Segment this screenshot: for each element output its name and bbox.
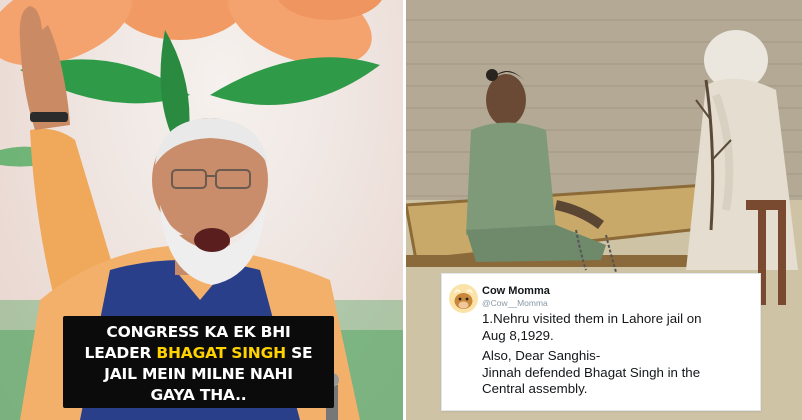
- tweet-card: Cow Momma @Cow__Momma 1.Nehru visited th…: [441, 273, 761, 411]
- tweet-paragraph-2: Also, Dear Sanghis- Jinnah defended Bhag…: [482, 348, 756, 398]
- cow-avatar-icon[interactable]: [449, 284, 478, 313]
- tweet-p2-line1: Also, Dear Sanghis-: [482, 348, 601, 363]
- caption-line-2-before: LEADER: [84, 344, 157, 362]
- speaker-photo: CONGRESS KA EK BHI LEADER BHAGAT SINGH S…: [0, 0, 403, 420]
- tweet-p2-line2: Jinnah defended Bhagat Singh in the: [482, 364, 701, 380]
- caption-line-4: GAYA THA..: [150, 386, 247, 404]
- caption-line-3: JAIL MEIN MILNE NAHI: [104, 365, 293, 383]
- caption-highlight: BHAGAT SINGH: [156, 344, 286, 362]
- tweet-paragraph-1: 1.Nehru visited them in Lahore jail on A…: [482, 311, 756, 344]
- caption-line-2: LEADER BHAGAT SINGH SE: [63, 343, 334, 364]
- tweet-display-name[interactable]: Cow Momma: [482, 285, 550, 297]
- tweet-body: 1.Nehru visited them in Lahore jail on A…: [482, 311, 756, 402]
- tweet-handle[interactable]: @Cow__Momma: [482, 298, 548, 308]
- tweet-p1-line1: 1.Nehru visited them in Lahore jail on: [482, 311, 702, 326]
- tweet-p2-line3: Central assembly.: [482, 381, 588, 396]
- caption-line-1: CONGRESS KA EK BHI: [106, 323, 291, 341]
- caption-text: CONGRESS KA EK BHI LEADER BHAGAT SINGH S…: [63, 322, 334, 406]
- caption-line-2-after: SE: [285, 344, 313, 362]
- tweet-p1-line2: Aug 8,1929.: [482, 327, 554, 343]
